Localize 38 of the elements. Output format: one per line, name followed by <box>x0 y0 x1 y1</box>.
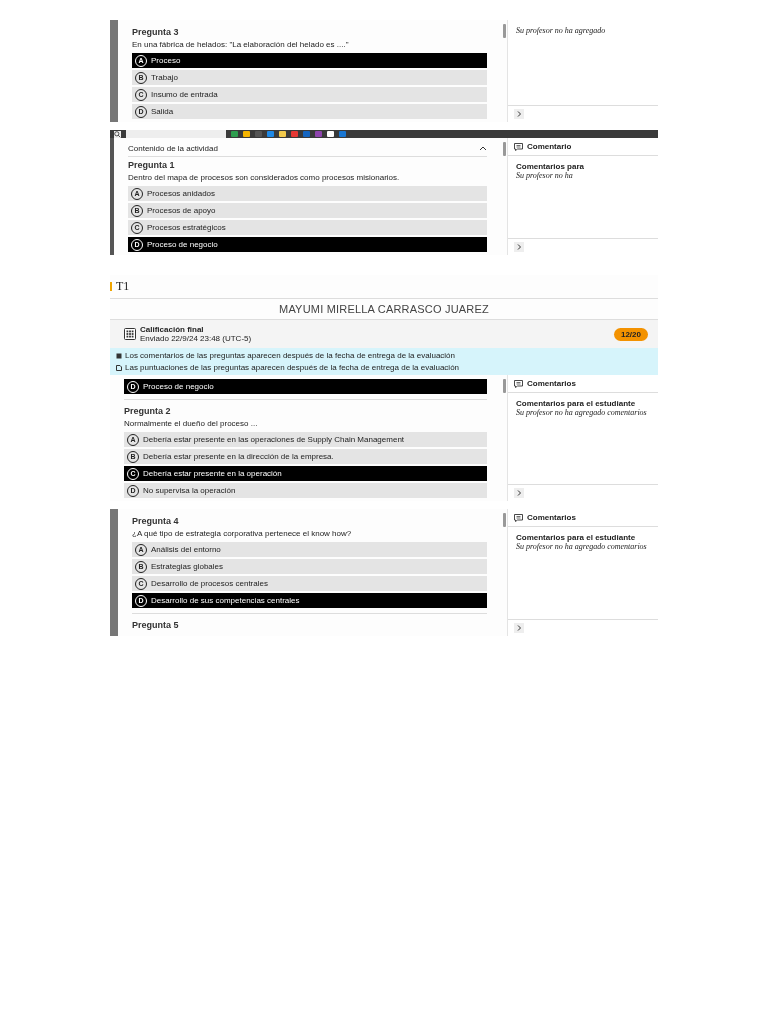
comments-heading: Comentarios para el estudiante <box>516 399 637 408</box>
comments-title: Comentarios <box>527 513 576 522</box>
notice-text: Los comentarios de las preguntas aparecen después de la fecha de entrega de la evaluación <box>125 351 455 360</box>
submitted-date: Enviado 22/9/24 23:48 (UTC-5) <box>140 334 253 343</box>
comments-note: Su profesor no ha agregado comentarios <box>516 542 648 551</box>
calculator-icon <box>124 328 136 340</box>
question-title: Pregunta 1 <box>128 159 176 172</box>
comments-title: Comentario <box>527 142 572 151</box>
question-title: Pregunta 4 <box>132 515 180 528</box>
search-field[interactable] <box>126 130 226 138</box>
comments-title: Comentarios <box>527 379 576 388</box>
section-header: Contenido de la actividad <box>128 144 218 153</box>
page-title: T1 <box>116 279 130 294</box>
question-text: Normalmente el dueño del proceso ... <box>124 419 259 430</box>
score-badge: 12/20 <box>613 327 648 341</box>
question-text: En una fábrica de helados: "La elaboración del helado es ...." <box>132 40 350 51</box>
question-title: Pregunta 5 <box>132 619 180 632</box>
scrollbar-thumb[interactable] <box>502 24 506 38</box>
expand-button[interactable] <box>514 488 524 498</box>
comments-heading: Comentarios para <box>516 162 586 171</box>
grade-label: Calificación final <box>140 325 205 334</box>
comments-heading: Comentarios para el estudiante <box>516 533 637 542</box>
comments-note: Su profesor no ha <box>516 171 574 180</box>
question-title: Pregunta 2 <box>124 405 172 418</box>
scrollbar-thumb[interactable] <box>502 142 506 156</box>
notice-text: Las puntuaciones de las preguntas aparecen después de la fecha de entrega de la evaluación <box>125 363 460 372</box>
document-icon <box>116 364 122 371</box>
expand-button[interactable] <box>514 109 524 119</box>
comments-note: Su profesor no ha agregado <box>516 26 607 35</box>
scrollbar-thumb[interactable] <box>502 379 506 393</box>
question-text: ¿A qué tipo de estrategia corporativa pertenece el know how? <box>132 529 353 540</box>
question-title: Pregunta 3 <box>132 26 180 39</box>
expand-button[interactable] <box>514 623 524 633</box>
expand-button[interactable] <box>514 242 524 252</box>
scrollbar-thumb[interactable] <box>502 513 506 527</box>
question-text: Dentro del mapa de procesos son considerados como procesos misionarios. <box>128 173 401 184</box>
collapse-chevron-icon[interactable] <box>479 146 487 151</box>
comments-note: Su profesor no ha agregado comentarios <box>516 408 648 417</box>
